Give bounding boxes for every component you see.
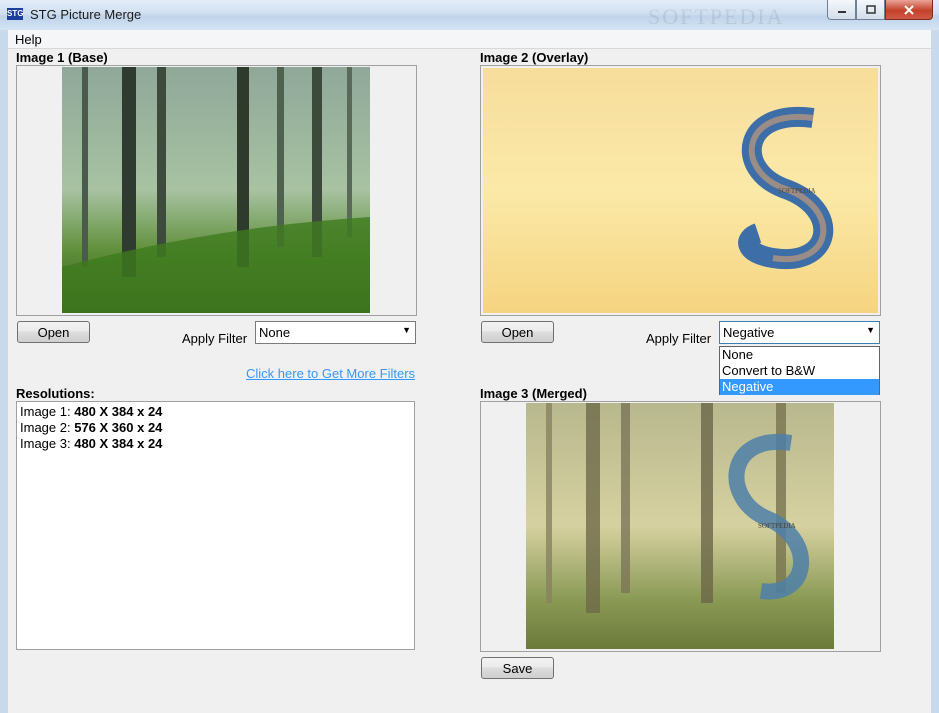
image1-filter-value: None (259, 325, 291, 340)
window-frame-right (931, 30, 939, 713)
chevron-down-icon: ▼ (866, 325, 875, 335)
resolution-value: 576 X 360 x 24 (74, 420, 163, 435)
resolution-value: 480 X 384 x 24 (74, 404, 163, 419)
image1-preview (62, 67, 370, 313)
minimize-button[interactable] (827, 0, 856, 20)
image2-frame: SOFTPEDIA (480, 65, 881, 316)
resolution-value: 480 X 384 x 24 (74, 436, 163, 451)
maximize-icon (865, 4, 876, 14)
image2-label: Image 2 (Overlay) (480, 50, 589, 65)
resolutions-label: Resolutions: (16, 386, 95, 401)
filter-option[interactable]: None (720, 347, 879, 363)
image2-filter-select[interactable]: Negative ▼ (719, 321, 880, 344)
image2-preview: SOFTPEDIA (483, 68, 878, 313)
image3-preview: SOFTPEDIA (526, 403, 834, 649)
close-button[interactable] (885, 0, 933, 20)
image1-label: Image 1 (Base) (16, 50, 108, 65)
title-bar: STG STG Picture Merge SOFTPEDIA (0, 0, 939, 31)
resolution-prefix: Image 2: (20, 420, 71, 435)
softpedia-logo-text: SOFTPEDIA (758, 522, 796, 530)
image3-frame: SOFTPEDIA (480, 401, 881, 652)
filter-option-selected[interactable]: Negative (720, 379, 879, 395)
image2-open-button[interactable]: Open (481, 321, 554, 343)
image1-frame (16, 65, 417, 316)
resolution-line: Image 2: 576 X 360 x 24 (20, 420, 162, 435)
resolution-line: Image 1: 480 X 384 x 24 (20, 404, 162, 419)
maximize-button[interactable] (856, 0, 885, 20)
save-button[interactable]: Save (481, 657, 554, 679)
resolution-prefix: Image 1: (20, 404, 71, 419)
image3-label: Image 3 (Merged) (480, 386, 587, 401)
watermark-text: SOFTPEDIA (648, 4, 785, 29)
window-title: STG Picture Merge (30, 7, 142, 22)
filter-option[interactable]: Convert to B&W (720, 363, 879, 379)
app-icon: STG (7, 8, 24, 20)
softpedia-logo-text: SOFTPEDIA (778, 187, 816, 195)
image2-filter-value: Negative (723, 325, 775, 340)
resolution-line: Image 3: 480 X 384 x 24 (20, 436, 162, 451)
menu-bar: Help (8, 30, 931, 49)
image1-open-button[interactable]: Open (17, 321, 90, 343)
window-frame-left (0, 30, 8, 713)
image2-filter-label: Apply Filter (646, 331, 712, 346)
image1-filter-select[interactable]: None ▼ (255, 321, 416, 344)
image1-filter-label: Apply Filter (182, 331, 248, 346)
filter-dropdown-list: None Convert to B&W Negative (719, 346, 880, 395)
menu-help[interactable]: Help (15, 32, 42, 47)
more-filters-link[interactable]: Click here to Get More Filters (246, 366, 415, 381)
resolutions-box: Image 1: 480 X 384 x 24 Image 2: 576 X 3… (16, 401, 415, 650)
chevron-down-icon: ▼ (402, 325, 411, 335)
resolution-prefix: Image 3: (20, 436, 71, 451)
minimize-icon (837, 10, 846, 13)
close-icon (904, 4, 914, 15)
